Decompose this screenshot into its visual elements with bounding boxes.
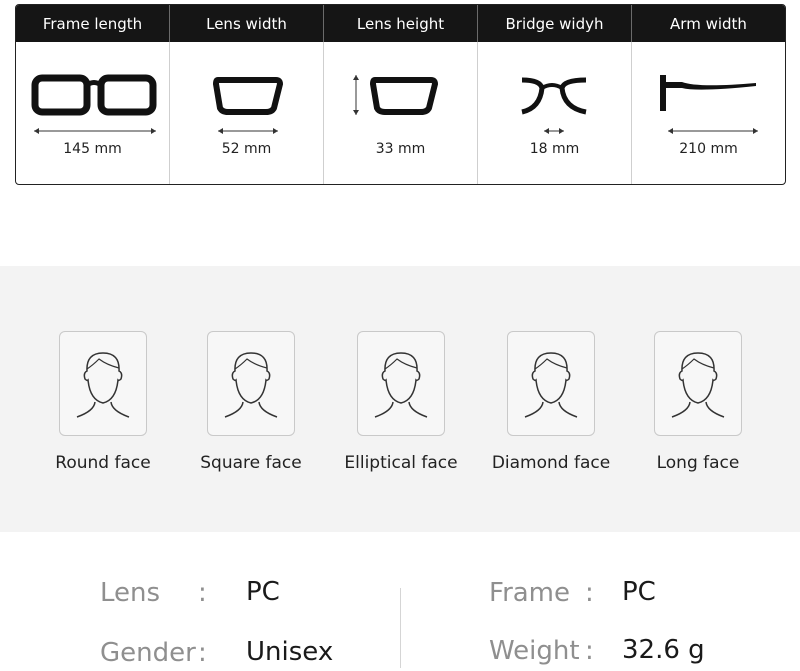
spec-divider bbox=[400, 588, 401, 668]
face-square-box bbox=[207, 331, 295, 436]
cell-frame-length: 145 mm bbox=[16, 42, 170, 184]
face-square-label: Square face bbox=[200, 453, 302, 473]
header-arm-width: Arm width bbox=[670, 14, 747, 33]
face-outline-icon bbox=[224, 352, 278, 418]
spec-frame-colon: : bbox=[585, 578, 594, 608]
header-bridge-width: Bridge widyh bbox=[478, 5, 632, 42]
face-diamond: Diamond face bbox=[476, 331, 626, 473]
cell-arm-width: 210 mm bbox=[632, 42, 785, 184]
measurements-table: Frame length Lens width Lens height Brid… bbox=[15, 4, 786, 185]
measurements-body: 145 mm 52 mm 33 mm 18 mm 210 mm bbox=[16, 42, 785, 184]
value-bridge-width: 18 mm bbox=[529, 141, 580, 157]
spec-weight-value: 32.6 g bbox=[622, 635, 705, 665]
cell-lens-height: 33 mm bbox=[324, 42, 478, 184]
lens-height-icon bbox=[353, 75, 439, 115]
cell-lens-width: 52 mm bbox=[170, 42, 324, 184]
face-long: Long face bbox=[623, 331, 773, 473]
face-diamond-label: Diamond face bbox=[491, 453, 611, 473]
measurements-header: Frame length Lens width Lens height Brid… bbox=[16, 5, 785, 42]
spec-gender-key: Gender bbox=[100, 638, 196, 668]
spec-frame-value: PC bbox=[622, 577, 656, 607]
spec-frame-key: Frame bbox=[489, 578, 571, 608]
face-square: Square face bbox=[176, 331, 326, 473]
face-diamond-box bbox=[507, 331, 595, 436]
face-long-box bbox=[654, 331, 742, 436]
temple-arm-icon bbox=[660, 75, 758, 134]
value-arm-width: 210 mm bbox=[679, 141, 738, 157]
single-lens-icon bbox=[212, 77, 284, 134]
spec-gender-colon: : bbox=[198, 638, 207, 668]
value-frame-length: 145 mm bbox=[63, 141, 122, 157]
face-shape-section: Round face Square face Elliptical face D… bbox=[0, 266, 800, 532]
face-outline-icon bbox=[524, 352, 578, 418]
face-round-box bbox=[59, 331, 147, 436]
face-elliptical-label: Elliptical face bbox=[344, 453, 458, 473]
face-outline-icon bbox=[671, 352, 725, 418]
value-lens-width: 52 mm bbox=[221, 141, 272, 157]
header-frame-length: Frame length bbox=[16, 5, 170, 42]
face-round: Round face bbox=[28, 331, 178, 473]
face-outline-icon bbox=[76, 352, 130, 418]
spec-lens-key: Lens bbox=[100, 578, 161, 608]
face-elliptical: Elliptical face bbox=[326, 331, 476, 473]
spec-weight-colon: : bbox=[585, 636, 594, 666]
face-round-label: Round face bbox=[55, 453, 151, 473]
spec-lens-value: PC bbox=[246, 577, 280, 607]
cell-bridge-width: 18 mm bbox=[478, 42, 632, 184]
spec-weight-key: Weight bbox=[489, 636, 580, 666]
spec-gender-value: Unisex bbox=[246, 637, 334, 667]
spec-lens-colon: : bbox=[198, 578, 207, 608]
bridge-icon bbox=[521, 77, 587, 134]
face-outline-icon bbox=[374, 352, 428, 418]
face-long-label: Long face bbox=[656, 453, 740, 473]
full-frame-icon bbox=[31, 74, 157, 134]
face-elliptical-box bbox=[357, 331, 445, 436]
value-lens-height: 33 mm bbox=[375, 141, 426, 157]
header-lens-width: Lens width bbox=[170, 5, 324, 42]
header-lens-height: Lens height bbox=[324, 5, 478, 42]
